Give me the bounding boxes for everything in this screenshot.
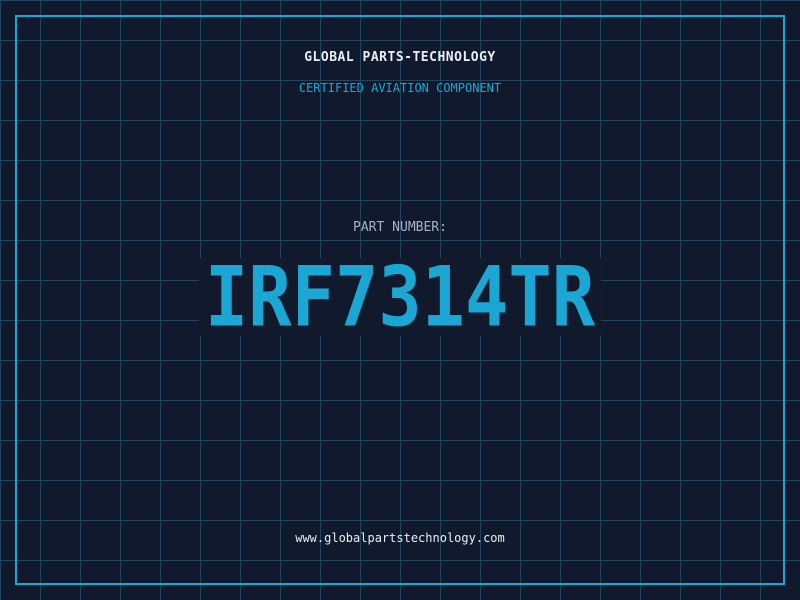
part-number-box: IRF7314TR xyxy=(198,252,602,342)
part-number: IRF7314TR xyxy=(204,248,596,346)
part-number-label: PART NUMBER: xyxy=(353,220,447,235)
website-url: www.globalpartstechnology.com xyxy=(295,531,505,545)
certification-tagline: CERTIFIED AVIATION COMPONENT xyxy=(298,81,502,95)
part-label-card: GLOBAL PARTS-TECHNOLOGY CERTIFIED AVIATI… xyxy=(0,0,800,600)
company-name: GLOBAL PARTS-TECHNOLOGY xyxy=(304,50,496,65)
